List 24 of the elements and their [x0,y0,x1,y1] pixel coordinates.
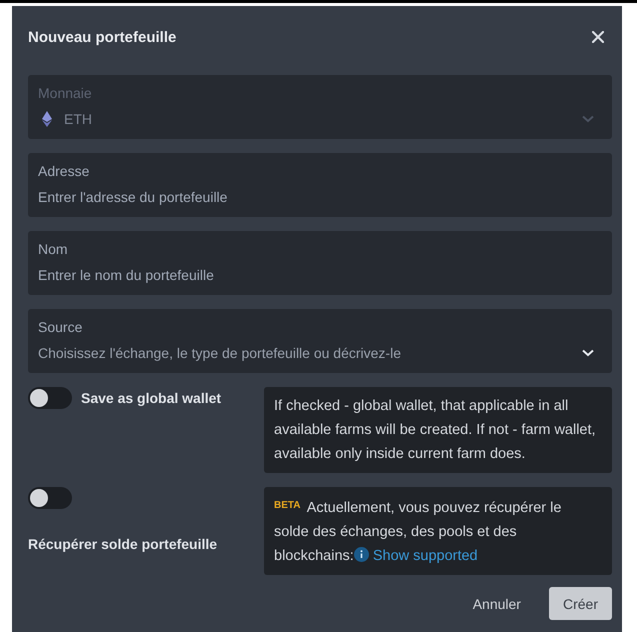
cancel-button[interactable]: Annuler [458,587,535,620]
info-icon [354,547,369,562]
field-label: Adresse [38,162,90,179]
field-label: Monnaie [38,84,93,101]
toggle-switch[interactable] [28,387,72,409]
close-icon[interactable] [592,31,604,44]
field-label: Source [38,318,84,335]
chevron-down-icon [582,348,594,357]
input-field[interactable]: Entrer l'adresse du portefeuille [38,188,602,205]
chevron-down-icon [582,114,594,123]
field-label: Nom [38,240,69,257]
note-text: $^{BETA}$ Actuellement, vous pouvez récupérer le solde des échanges, des pools et des blockchains: Show supported [274,499,562,566]
field-value: ETH [64,110,93,127]
toggle-switch[interactable] [28,487,72,509]
dialog-title: Nouveau portefeuille [28,28,176,46]
toggle-label: Récupérer solde portefeuille [28,535,218,554]
note-text: If checked - global wallet, that applicable in all available farms will be created. If not - farm wallet, available only inside current farm does. [274,397,597,464]
toggle-label: Save as global wallet [81,389,222,408]
show-supported-link[interactable]: Show supported [372,548,478,564]
field-placeholder: Choisissez l'échange, le type de portefeuille ou décrivez-le [38,344,402,361]
select-field[interactable]: Source Choisissez l'échange, le type de portefeuille ou décrivez-le [28,308,612,373]
input-field[interactable]: Entrer le nom du portefeuille [38,266,602,283]
create-button[interactable]: Créer [548,587,612,620]
diamond-icon [42,110,52,127]
